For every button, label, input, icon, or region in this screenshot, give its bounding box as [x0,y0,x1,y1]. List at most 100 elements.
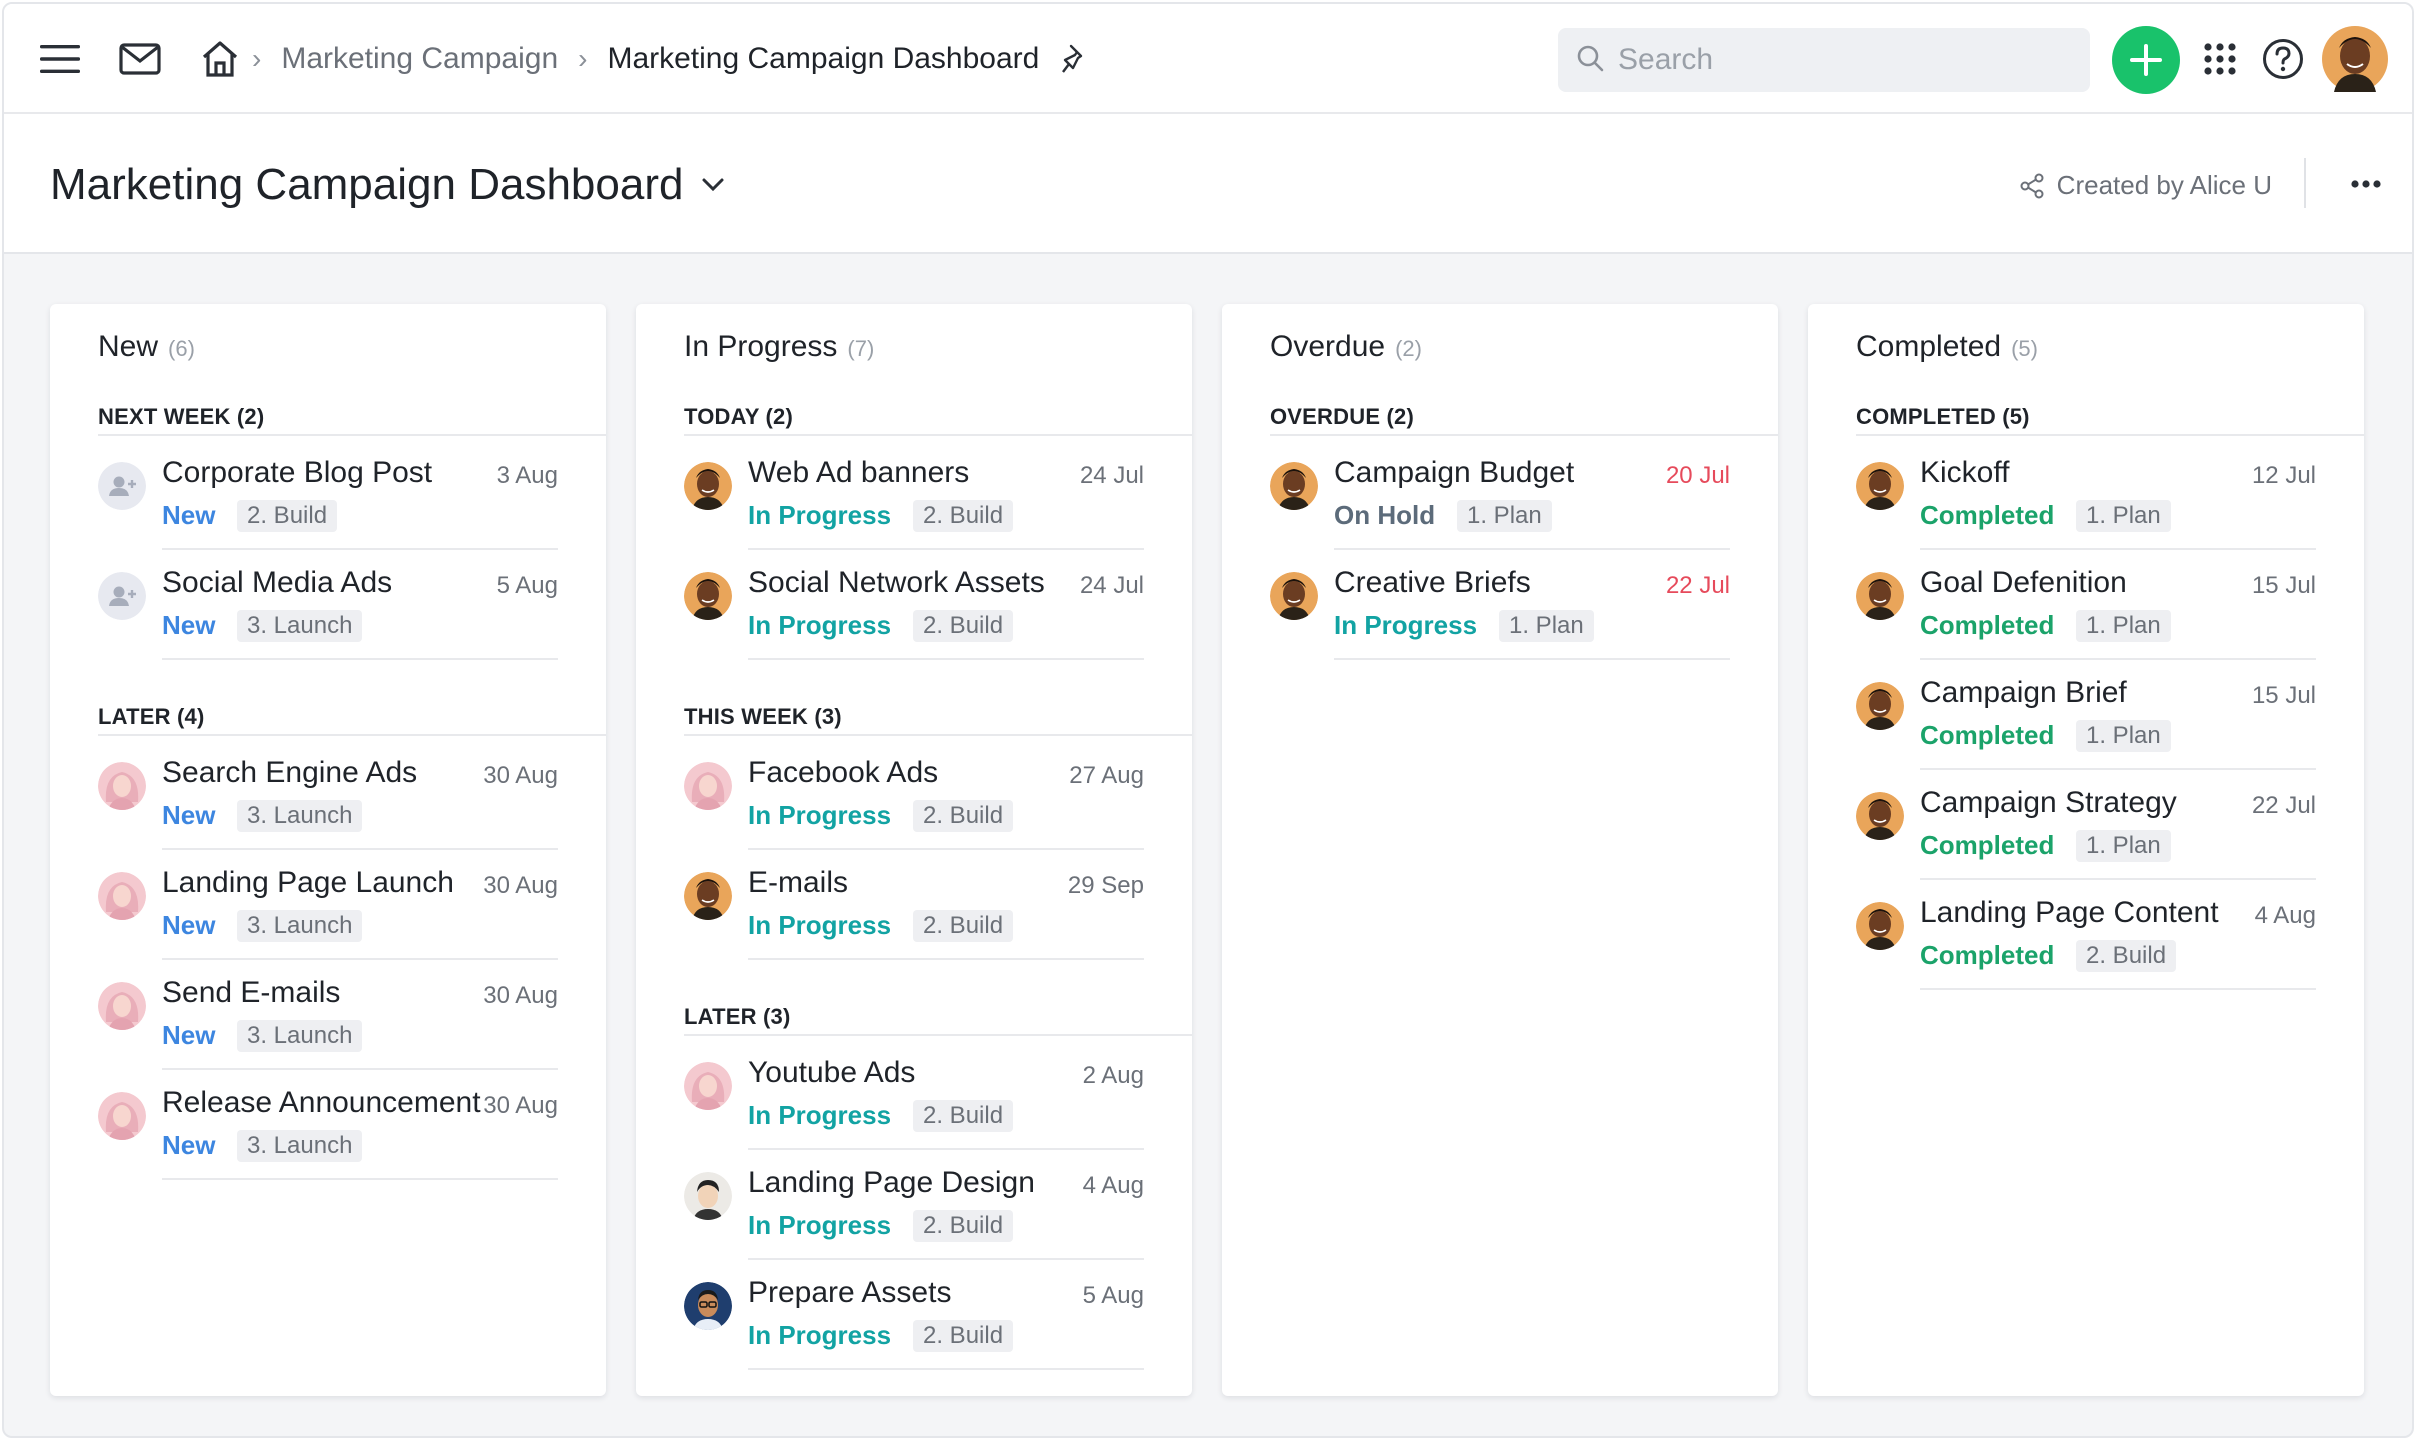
search-box[interactable] [1558,28,2090,92]
task-name[interactable]: Prepare Assets [748,1276,951,1310]
task-name[interactable]: Youtube Ads [748,1056,915,1090]
task-card[interactable]: Kickoff 12 Jul Completed 1. Plan [1856,440,2316,550]
divider [748,1368,1144,1370]
assignee-avatar[interactable] [98,982,146,1030]
assignee-avatar[interactable] [1270,462,1318,510]
assignee-avatar[interactable] [1856,682,1904,730]
task-name[interactable]: Kickoff [1920,456,2010,490]
task-card[interactable]: Goal Defenition 15 Jul Completed 1. Plan [1856,550,2316,660]
task-card[interactable]: Campaign Brief 15 Jul Completed 1. Plan [1856,660,2316,770]
task-name[interactable]: Social Media Ads [162,566,392,600]
task-status: New [162,500,216,530]
task-card[interactable]: Landing Page Design 4 Aug In Progress 2. Bu… [684,1150,1144,1260]
task-card[interactable]: E-mails 29 Sep In Progress 2. Build [684,850,1144,960]
breadcrumb-current: Marketing Campaign Dashboard [607,42,1040,75]
assignee-avatar[interactable] [1856,572,1904,620]
task-name[interactable]: Campaign Budget [1334,456,1574,490]
phase-badge: 2. Build [913,800,1014,832]
phase-badge: 2. Build [913,1210,1014,1242]
chevron-down-icon[interactable] [701,177,725,193]
assignee-avatar[interactable] [1856,792,1904,840]
home-icon[interactable] [196,4,244,114]
mail-icon[interactable] [116,4,164,114]
assignee-avatar[interactable] [1856,462,1904,510]
task-name[interactable]: Facebook Ads [748,756,938,790]
task-status: In Progress [748,1210,892,1240]
task-card[interactable]: Youtube Ads 2 Aug In Progress 2. Build [684,1040,1144,1150]
task-card[interactable]: Prepare Assets 5 Aug In Progress 2. Build [684,1260,1144,1370]
task-card[interactable]: Landing Page Launch 30 Aug New 3. Launch [98,850,558,960]
phase-badge: 1. Plan [2076,610,2171,642]
column-completed: Completed (5) COMPLETED (5) Kickoff 12 Jul Co… [1808,304,2364,1396]
task-card[interactable]: Send E-mails 30 Aug New 3. Launch [98,960,558,1070]
task-due-date: 29 Sep [1067,872,1144,899]
group-header: THIS WEEK (3) [684,684,1192,736]
assignee-avatar[interactable] [684,572,732,620]
assignee-avatar[interactable] [1856,902,1904,950]
menu-icon[interactable] [34,4,86,114]
task-name[interactable]: Web Ad banners [748,456,969,490]
assignee-avatar[interactable] [98,762,146,810]
phase-badge: 1. Plan [2076,720,2171,752]
dashboard-title-dropdown[interactable]: Marketing Campaign Dashboard [50,160,725,210]
task-card[interactable]: Social Media Ads 5 Aug New 3. Launch [98,550,558,660]
task-name[interactable]: Release Announcement [162,1086,481,1120]
task-name[interactable]: Landing Page Design [748,1166,1035,1200]
assignee-avatar[interactable] [98,572,146,620]
search-input[interactable] [1618,43,2058,77]
task-name[interactable]: Landing Page Launch [162,866,454,900]
share-icon [2020,173,2044,198]
divider [1920,988,2316,990]
task-name[interactable]: Corporate Blog Post [162,456,432,490]
created-by[interactable]: Created by Alice U [2019,170,2272,201]
task-name[interactable]: Send E-mails [162,976,340,1010]
task-card[interactable]: Facebook Ads 27 Aug In Progress 2. Build [684,740,1144,850]
assignee-avatar[interactable] [684,872,732,920]
task-card[interactable]: Creative Briefs 22 Jul In Progress 1. Plan [1270,550,1730,660]
apps-grid-icon[interactable] [2200,4,2240,114]
more-options-icon[interactable] [2336,154,2396,214]
assignee-avatar[interactable] [684,1282,732,1330]
help-icon[interactable] [2260,4,2306,114]
user-avatar[interactable] [2322,4,2388,114]
assignee-avatar[interactable] [98,872,146,920]
task-name[interactable]: Social Network Assets [748,566,1045,600]
assignee-avatar[interactable] [684,762,732,810]
task-due-date: 22 Jul [2251,792,2316,819]
assignee-avatar[interactable] [98,1092,146,1140]
phase-badge: 3. Launch [237,1130,363,1162]
task-status: In Progress [748,1100,892,1130]
task-card[interactable]: Web Ad banners 24 Jul In Progress 2. Build [684,440,1144,550]
breadcrumb-parent[interactable]: Marketing Campaign [281,42,558,76]
task-card[interactable]: Campaign Budget 20 Jul On Hold 1. Plan [1270,440,1730,550]
task-name[interactable]: Campaign Brief [1920,676,2127,710]
pin-icon[interactable] [1061,44,1089,74]
assignee-avatar[interactable] [684,1062,732,1110]
divider [1334,658,1730,660]
task-card[interactable]: Search Engine Ads 30 Aug New 3. Launch [98,740,558,850]
assignee-avatar[interactable] [1270,572,1318,620]
task-name[interactable]: Creative Briefs [1334,566,1531,600]
task-name[interactable]: E-mails [748,866,848,900]
task-card[interactable]: Social Network Assets 24 Jul In Progress 2.… [684,550,1144,660]
group-header: TODAY (2) [684,384,1192,436]
top-bar: › Marketing Campaign › Marketing Campaig… [4,4,2412,114]
add-button[interactable] [2112,26,2180,94]
task-card[interactable]: Campaign Strategy 22 Jul Completed 1. Plan [1856,770,2316,880]
column-overdue: Overdue (2) OVERDUE (2) Campaign Budget 20 J… [1222,304,1778,1396]
task-name[interactable]: Goal Defenition [1920,566,2127,600]
task-card[interactable]: Corporate Blog Post 3 Aug New 2. Build [98,440,558,550]
task-name[interactable]: Search Engine Ads [162,756,417,790]
task-name[interactable]: Landing Page Content [1920,896,2219,930]
assignee-avatar[interactable] [98,462,146,510]
created-by-label: Created by Alice U [2056,170,2272,200]
task-name[interactable]: Campaign Strategy [1920,786,2177,820]
task-due-date: 4 Aug [2254,902,2316,929]
phase-badge: 2. Build [913,910,1014,942]
task-card[interactable]: Release Announcement 30 Aug New 3. Launch [98,1070,558,1180]
task-card[interactable]: Landing Page Content 4 Aug Completed 2. Bui… [1856,880,2316,990]
assignee-avatar[interactable] [684,1172,732,1220]
assignee-avatar[interactable] [684,462,732,510]
task-due-date: 24 Jul [1079,572,1144,599]
divider [748,658,1144,660]
